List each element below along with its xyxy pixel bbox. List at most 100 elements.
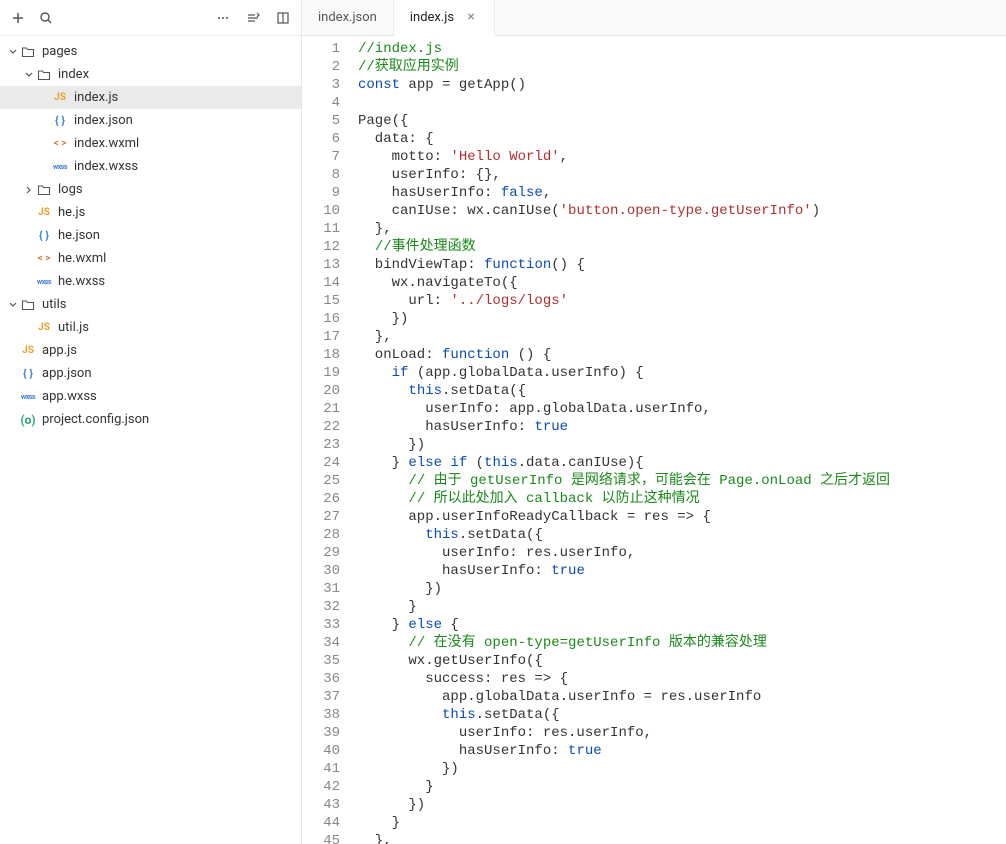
code-line[interactable]: }) xyxy=(358,796,1006,814)
code-line[interactable]: if (app.globalData.userInfo) { xyxy=(358,364,1006,382)
file-explorer-sidebar: pagesindexJSindex.js{ }index.json< >inde… xyxy=(0,0,302,844)
file-item[interactable]: { }he.json xyxy=(0,224,301,247)
line-number: 29 xyxy=(302,544,340,562)
code-line[interactable]: }) xyxy=(358,310,1006,328)
code-line[interactable]: }, xyxy=(358,220,1006,238)
line-number: 40 xyxy=(302,742,340,760)
line-number: 16 xyxy=(302,310,340,328)
chevron-down-icon[interactable] xyxy=(6,45,20,59)
line-number: 20 xyxy=(302,382,340,400)
line-number: 38 xyxy=(302,706,340,724)
code-line[interactable]: } xyxy=(358,814,1006,832)
code-line[interactable]: hasUserInfo: true xyxy=(358,562,1006,580)
file-item[interactable]: { }index.json xyxy=(0,109,301,132)
code-line[interactable]: // 所以此处加入 callback 以防止这种情况 xyxy=(358,490,1006,508)
chevron-down-icon[interactable] xyxy=(22,68,36,82)
code-line[interactable]: app.globalData.userInfo = res.userInfo xyxy=(358,688,1006,706)
code-line[interactable]: bindViewTap: function() { xyxy=(358,256,1006,274)
editor-tab[interactable]: index.json xyxy=(302,0,394,35)
code-line[interactable] xyxy=(358,94,1006,112)
file-tree[interactable]: pagesindexJSindex.js{ }index.json< >inde… xyxy=(0,36,301,844)
code-line[interactable]: }, xyxy=(358,832,1006,844)
code-line[interactable]: this.setData({ xyxy=(358,706,1006,724)
search-button[interactable] xyxy=(34,6,58,30)
file-item[interactable]: JSutil.js xyxy=(0,316,301,339)
file-item[interactable]: wxssapp.wxss xyxy=(0,385,301,408)
chevron-right-icon[interactable] xyxy=(22,183,36,197)
code-line[interactable]: userInfo: {}, xyxy=(358,166,1006,184)
code-line[interactable]: }) xyxy=(358,436,1006,454)
chevron-down-icon[interactable] xyxy=(6,298,20,312)
code-line[interactable]: //事件处理函数 xyxy=(358,238,1006,256)
file-item[interactable]: wxss he.wxss xyxy=(0,270,301,293)
code-line[interactable]: this.setData({ xyxy=(358,382,1006,400)
line-number: 14 xyxy=(302,274,340,292)
code-line[interactable]: onLoad: function () { xyxy=(358,346,1006,364)
code-line[interactable]: app.userInfoReadyCallback = res => { xyxy=(358,508,1006,526)
line-number: 32 xyxy=(302,598,340,616)
line-number: 25 xyxy=(302,472,340,490)
code-line[interactable]: Page({ xyxy=(358,112,1006,130)
folder-item[interactable]: index xyxy=(0,63,301,86)
folder-item[interactable]: utils xyxy=(0,293,301,316)
line-number: 5 xyxy=(302,112,340,130)
line-number: 8 xyxy=(302,166,340,184)
code-line[interactable]: wx.navigateTo({ xyxy=(358,274,1006,292)
code-content[interactable]: //index.js//获取应用实例const app = getApp() P… xyxy=(358,36,1006,844)
code-line[interactable]: userInfo: res.userInfo, xyxy=(358,544,1006,562)
code-line[interactable]: userInfo: app.globalData.userInfo, xyxy=(358,400,1006,418)
tree-item-label: app.wxss xyxy=(42,389,97,404)
code-line[interactable]: wx.getUserInfo({ xyxy=(358,652,1006,670)
code-line[interactable]: } else if (this.data.canIUse){ xyxy=(358,454,1006,472)
file-item[interactable]: wxssindex.wxss xyxy=(0,155,301,178)
folder-item[interactable]: logs xyxy=(0,178,301,201)
code-line[interactable]: motto: 'Hello World', xyxy=(358,148,1006,166)
code-line[interactable]: } xyxy=(358,778,1006,796)
tree-item-label: he.wxss xyxy=(58,274,105,289)
sidebar-toolbar xyxy=(0,0,301,36)
code-line[interactable]: url: '../logs/logs' xyxy=(358,292,1006,310)
tree-item-label: utils xyxy=(42,297,66,312)
tree-item-label: he.js xyxy=(58,205,85,220)
code-line[interactable]: } else { xyxy=(358,616,1006,634)
code-line[interactable]: //获取应用实例 xyxy=(358,58,1006,76)
code-line[interactable]: hasUserInfo: true xyxy=(358,742,1006,760)
file-item[interactable]: < >he.wxml xyxy=(0,247,301,270)
tree-item-label: app.js xyxy=(42,343,77,358)
line-number: 4 xyxy=(302,94,340,112)
file-item[interactable]: JShe.js xyxy=(0,201,301,224)
file-item[interactable]: (o)project.config.json xyxy=(0,408,301,431)
wxss-file-icon: wxss xyxy=(36,274,52,290)
collapse-all-button[interactable] xyxy=(241,6,265,30)
wxml-file-icon: < > xyxy=(36,251,52,267)
code-line[interactable]: // 在没有 open-type=getUserInfo 版本的兼容处理 xyxy=(358,634,1006,652)
code-line[interactable]: }) xyxy=(358,760,1006,778)
close-icon[interactable]: × xyxy=(464,9,478,25)
file-item[interactable]: JSindex.js xyxy=(0,86,301,109)
code-line[interactable]: userInfo: res.userInfo, xyxy=(358,724,1006,742)
file-item[interactable]: { }app.json xyxy=(0,362,301,385)
code-editor[interactable]: 1234567891011121314151617181920212223242… xyxy=(302,36,1006,844)
code-line[interactable]: // 由于 getUserInfo 是网络请求，可能会在 Page.onLoad… xyxy=(358,472,1006,490)
code-line[interactable]: }) xyxy=(358,580,1006,598)
code-line[interactable]: hasUserInfo: true xyxy=(358,418,1006,436)
file-item[interactable]: JSapp.js xyxy=(0,339,301,362)
line-number: 26 xyxy=(302,490,340,508)
code-line[interactable]: }, xyxy=(358,328,1006,346)
code-line[interactable]: const app = getApp() xyxy=(358,76,1006,94)
split-editor-button[interactable] xyxy=(271,6,295,30)
file-item[interactable]: < >index.wxml xyxy=(0,132,301,155)
code-line[interactable]: success: res => { xyxy=(358,670,1006,688)
folder-item[interactable]: pages xyxy=(0,40,301,63)
code-line[interactable]: //index.js xyxy=(358,40,1006,58)
more-options-button[interactable] xyxy=(211,6,235,30)
code-line[interactable]: this.setData({ xyxy=(358,526,1006,544)
editor-tab[interactable]: index.js× xyxy=(394,0,495,36)
tree-item-label: index.wxml xyxy=(74,136,139,151)
code-line[interactable]: } xyxy=(358,598,1006,616)
tree-item-label: logs xyxy=(58,182,83,197)
code-line[interactable]: hasUserInfo: false, xyxy=(358,184,1006,202)
code-line[interactable]: data: { xyxy=(358,130,1006,148)
code-line[interactable]: canIUse: wx.canIUse('button.open-type.ge… xyxy=(358,202,1006,220)
new-file-button[interactable] xyxy=(6,6,30,30)
